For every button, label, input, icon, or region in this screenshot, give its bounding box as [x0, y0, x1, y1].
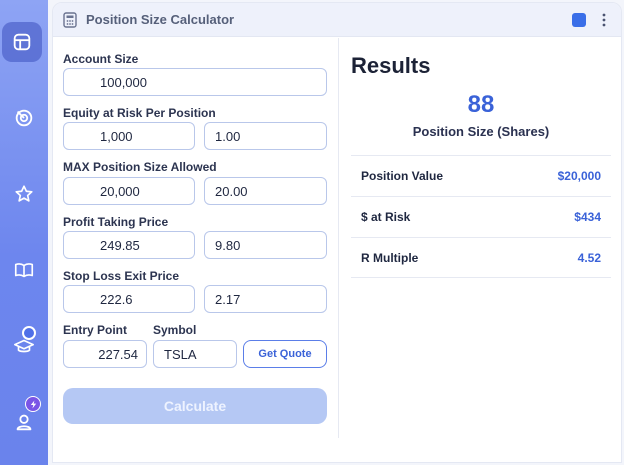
- result-row-r-multiple: R Multiple 4.52: [351, 237, 611, 278]
- result-row-dollar-at-risk: $ at Risk $434: [351, 196, 611, 237]
- star-icon: [15, 185, 33, 202]
- account-size-input[interactable]: 100,000: [63, 68, 327, 96]
- sidebar-item-user[interactable]: [0, 402, 48, 442]
- book-icon: [14, 263, 34, 278]
- more-options-icon[interactable]: [601, 12, 607, 28]
- status-indicator[interactable]: [572, 13, 586, 27]
- stop-loss-percent-input[interactable]: 2.17: [204, 285, 327, 313]
- stop-loss-input[interactable]: 222.6: [63, 285, 195, 313]
- profit-taking-percent-input[interactable]: 9.80: [204, 231, 327, 259]
- symbol-label: Symbol: [153, 323, 197, 337]
- sidebar-item-layout[interactable]: [2, 22, 42, 62]
- max-position-label: MAX Position Size Allowed: [63, 160, 217, 174]
- sidebar-item-target[interactable]: [0, 98, 48, 138]
- target-icon: [15, 109, 33, 127]
- equity-at-risk-input[interactable]: 1,000: [63, 122, 195, 150]
- max-position-input[interactable]: 20,000: [63, 177, 195, 205]
- max-position-percent-input[interactable]: 20.00: [204, 177, 327, 205]
- symbol-input[interactable]: TSLA: [153, 340, 237, 368]
- result-row-position-value: Position Value $20,000: [351, 155, 611, 196]
- entry-point-label: Entry Point: [63, 323, 128, 337]
- stop-loss-label: Stop Loss Exit Price: [63, 269, 180, 283]
- window-title: Position Size Calculator: [86, 12, 235, 27]
- entry-point-input[interactable]: 227.54: [63, 340, 147, 368]
- sidebar: [0, 0, 48, 465]
- calculate-button[interactable]: Calculate: [63, 388, 327, 424]
- bolt-icon: [30, 399, 36, 409]
- layout-icon: [13, 33, 31, 51]
- calculator-panel: Position Size Calculator Account Size 10…: [52, 2, 622, 463]
- notification-badge: [22, 326, 36, 340]
- profit-taking-input[interactable]: 249.85: [63, 231, 195, 259]
- position-size-value: 88: [467, 91, 495, 118]
- user-icon: [16, 414, 32, 431]
- equity-at-risk-label: Equity at Risk Per Position: [63, 106, 216, 120]
- equity-at-risk-percent-input[interactable]: 1.00: [204, 122, 327, 150]
- profit-taking-label: Profit Taking Price: [63, 215, 169, 229]
- results-title: Results: [351, 53, 431, 78]
- get-quote-button[interactable]: Get Quote: [243, 340, 327, 368]
- bolt-badge: [25, 396, 41, 412]
- account-size-label: Account Size: [63, 52, 139, 66]
- calculator-icon: [63, 12, 77, 28]
- title-bar: Position Size Calculator: [53, 3, 621, 37]
- position-size-caption: Position Size (Shares): [412, 124, 550, 139]
- sidebar-item-book[interactable]: [0, 250, 48, 290]
- sidebar-item-star[interactable]: [0, 174, 48, 214]
